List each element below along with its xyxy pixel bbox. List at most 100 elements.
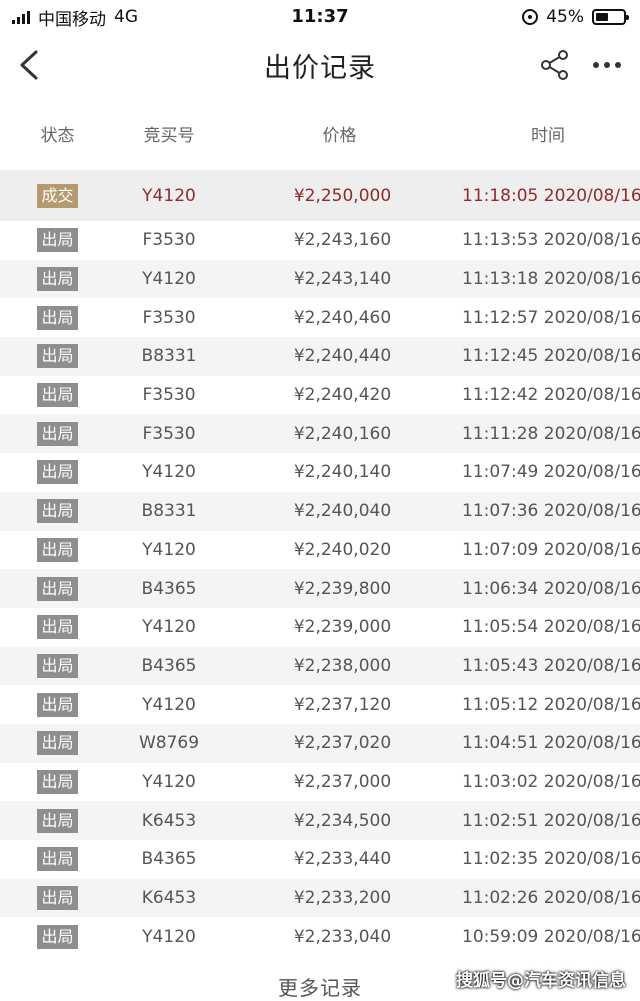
- status-badge: 成交: [37, 183, 78, 208]
- row-bidder: Y4120: [142, 694, 196, 715]
- row-price: ¥2,233,200: [293, 888, 392, 909]
- status-badge: 出局: [37, 305, 78, 330]
- row-time: 11:11:28 2020/08/16: [462, 423, 640, 444]
- row-bidder: F3530: [142, 307, 196, 328]
- row-price: ¥2,240,140: [293, 462, 392, 483]
- row-status-cell: 出局: [0, 499, 115, 524]
- table-header: 状态 竞买号 价格 时间: [0, 96, 640, 170]
- table-row: 出局 Y4120 ¥2,240,140 11:07:49 2020/08/16: [0, 453, 640, 492]
- row-bidder: Y4120: [142, 269, 196, 290]
- header-time: 时间: [531, 125, 565, 146]
- row-price: ¥2,237,120: [293, 694, 392, 715]
- row-status-cell: 出局: [0, 383, 115, 408]
- row-status-cell: 出局: [0, 228, 115, 253]
- row-time: 11:13:18 2020/08/16: [462, 269, 640, 290]
- row-bidder: B8331: [141, 346, 197, 367]
- signal-icon: [12, 10, 30, 24]
- row-time: 11:18:05 2020/08/16: [462, 185, 640, 206]
- row-bidder: Y4120: [142, 617, 196, 638]
- row-status-cell: 出局: [0, 344, 115, 369]
- row-status-cell: 出局: [0, 769, 115, 794]
- row-bidder: B4365: [141, 578, 197, 599]
- row-bidder: B4365: [141, 655, 197, 676]
- battery-percent: 45%: [546, 7, 584, 27]
- status-badge: 出局: [37, 576, 78, 601]
- network-label: 4G: [114, 7, 138, 27]
- row-time: 11:07:49 2020/08/16: [462, 462, 640, 483]
- status-left: 中国移动 4G: [12, 5, 138, 30]
- row-price: ¥2,234,500: [293, 810, 392, 831]
- status-badge: 出局: [37, 847, 78, 872]
- row-status-cell: 成交: [0, 183, 115, 208]
- row-price: ¥2,240,020: [293, 539, 392, 560]
- row-bidder: Y4120: [142, 185, 196, 206]
- row-bidder: Y4120: [142, 539, 196, 560]
- status-badge: 出局: [37, 267, 78, 292]
- table-row: 出局 F3530 ¥2,243,160 11:13:53 2020/08/16: [0, 221, 640, 260]
- status-badge: 出局: [37, 421, 78, 446]
- table-row: 出局 Y4120 ¥2,239,000 11:05:54 2020/08/16: [0, 608, 640, 647]
- status-badge: 出局: [37, 615, 78, 640]
- table-row: 出局 F3530 ¥2,240,160 11:11:28 2020/08/16: [0, 414, 640, 454]
- row-time: 11:07:09 2020/08/16: [462, 539, 640, 560]
- row-bidder: K6453: [141, 810, 197, 831]
- table-row: 出局 Y4120 ¥2,240,020 11:07:09 2020/08/16: [0, 531, 640, 570]
- row-time: 11:02:51 2020/08/16: [462, 810, 640, 831]
- status-badge: 出局: [37, 499, 78, 524]
- status-badge: 出局: [37, 653, 78, 678]
- status-badge: 出局: [37, 460, 78, 485]
- battery-icon: [592, 9, 629, 25]
- row-time: 11:05:12 2020/08/16: [462, 694, 640, 715]
- row-status-cell: 出局: [0, 886, 115, 911]
- status-badge: 出局: [37, 924, 78, 949]
- row-price: ¥2,240,440: [293, 346, 392, 367]
- row-price: ¥2,237,020: [293, 733, 392, 754]
- carrier-label: 中国移动: [38, 9, 106, 30]
- row-bidder: K6453: [141, 888, 197, 909]
- table-row: 出局 Y4120 ¥2,233,040 10:59:09 2020/08/16: [0, 917, 640, 956]
- row-status-cell: 出局: [0, 692, 115, 717]
- clock: 11:37: [291, 6, 349, 27]
- row-status-cell: 出局: [0, 267, 115, 292]
- row-bidder: B4365: [141, 849, 197, 870]
- share-icon[interactable]: [540, 50, 570, 80]
- back-icon[interactable]: [18, 49, 40, 81]
- status-bar: 中国移动 4G 11:37 45%: [0, 0, 640, 34]
- status-badge: 出局: [37, 228, 78, 253]
- header-status: 状态: [40, 125, 75, 146]
- table-row: 出局 B4365 ¥2,233,440 11:02:35 2020/08/16: [0, 840, 640, 879]
- table-row: 出局 B8331 ¥2,240,440 11:12:45 2020/08/16: [0, 337, 640, 376]
- row-price: ¥2,240,040: [293, 501, 392, 522]
- table-row: 出局 F3530 ¥2,240,420 11:12:42 2020/08/16: [0, 376, 640, 415]
- row-price: ¥2,243,140: [293, 269, 392, 290]
- row-time: 11:05:54 2020/08/16: [462, 617, 640, 638]
- row-price: ¥2,243,160: [293, 230, 392, 251]
- row-status-cell: 出局: [0, 731, 115, 756]
- row-status-cell: 出局: [0, 847, 115, 872]
- row-status-cell: 出局: [0, 924, 115, 949]
- more-icon[interactable]: [592, 61, 622, 69]
- table-row: 出局 W8769 ¥2,237,020 11:04:51 2020/08/16: [0, 723, 640, 763]
- status-badge: 出局: [37, 769, 78, 794]
- row-bidder: Y4120: [142, 462, 196, 483]
- status-badge: 出局: [37, 808, 78, 833]
- row-bidder: B8331: [141, 501, 197, 522]
- table-row: 出局 B4365 ¥2,238,000 11:05:43 2020/08/16: [0, 646, 640, 686]
- row-bidder: F3530: [142, 423, 196, 444]
- row-status-cell: 出局: [0, 653, 115, 678]
- row-price: ¥2,240,420: [293, 385, 392, 406]
- row-status-cell: 出局: [0, 808, 115, 833]
- row-time: 11:04:51 2020/08/16: [462, 733, 640, 754]
- row-price: ¥2,240,160: [293, 423, 392, 444]
- battery-level: [596, 13, 608, 21]
- row-time: 11:13:53 2020/08/16: [462, 230, 640, 251]
- row-status-cell: 出局: [0, 615, 115, 640]
- row-bidder: W8769: [138, 733, 200, 754]
- nav-actions: [540, 50, 622, 80]
- row-time: 11:03:02 2020/08/16: [462, 771, 640, 792]
- table-row: 出局 Y4120 ¥2,237,000 11:03:02 2020/08/16: [0, 763, 640, 802]
- row-status-cell: 出局: [0, 305, 115, 330]
- row-time: 11:07:36 2020/08/16: [462, 501, 640, 522]
- page-title: 出价记录: [264, 52, 376, 84]
- row-time: 11:12:42 2020/08/16: [462, 385, 640, 406]
